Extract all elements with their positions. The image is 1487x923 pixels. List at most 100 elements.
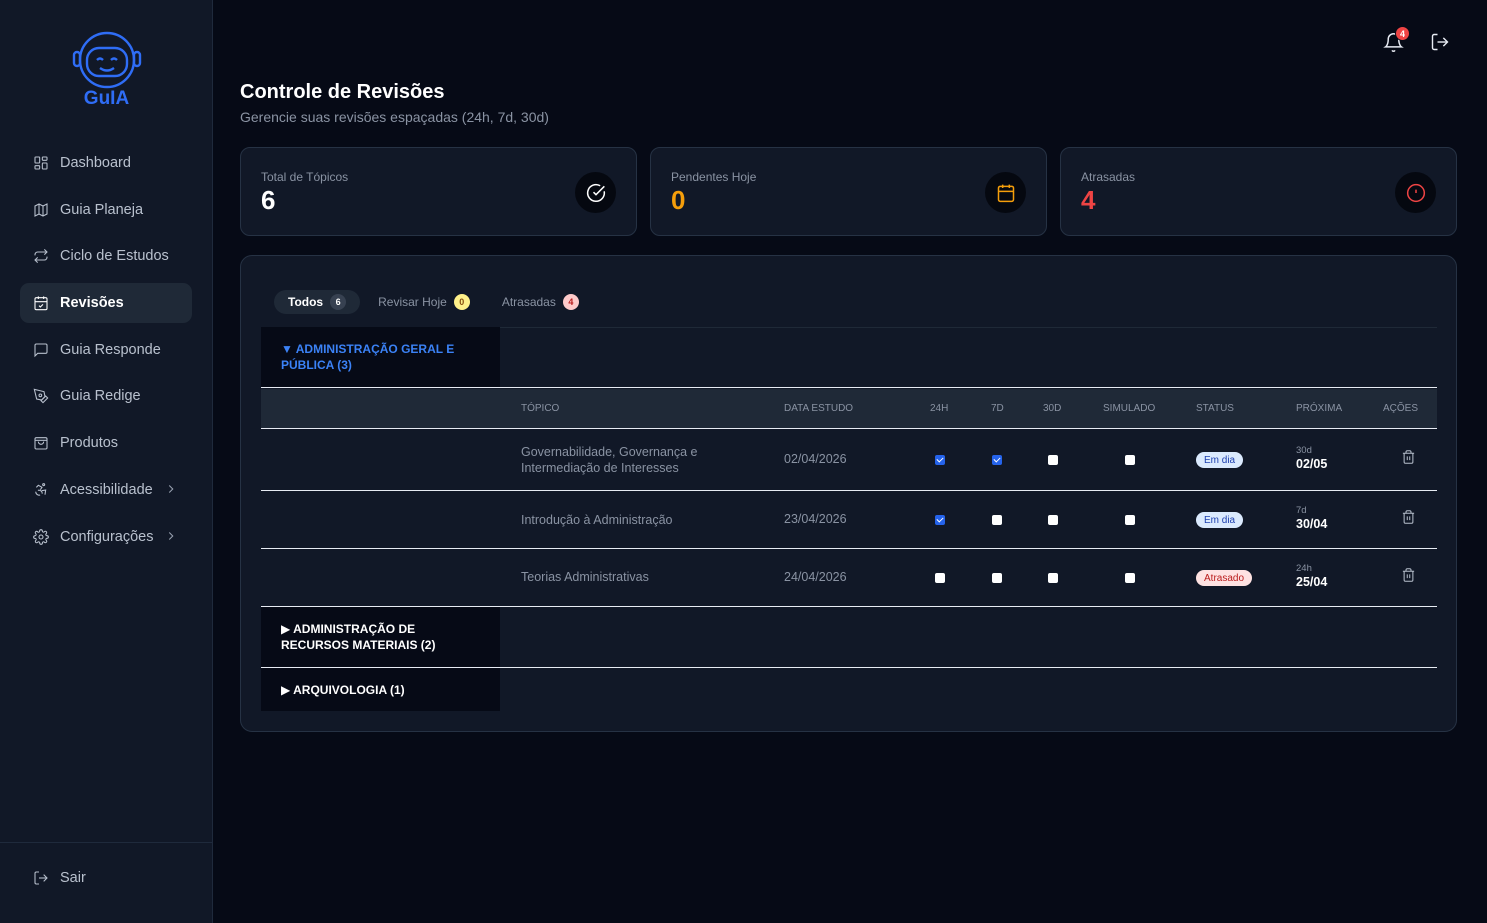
- trash-icon[interactable]: [1401, 509, 1416, 525]
- row-divider: [261, 428, 1437, 429]
- sidebar-logout[interactable]: Sair: [20, 858, 192, 898]
- page-title: Controle de Revisões: [240, 81, 445, 103]
- row-date: 24/04/2026: [784, 570, 847, 584]
- row-divider: [261, 387, 1437, 388]
- sidebar-item-revisoes[interactable]: Revisões: [20, 283, 192, 324]
- gear-icon: [33, 528, 49, 545]
- logout-icon: [33, 870, 49, 886]
- sidebar-logout-label: Sair: [60, 870, 86, 886]
- tab-1[interactable]: Revisar Hoje 0: [364, 290, 484, 314]
- next-interval: 30d: [1296, 445, 1312, 456]
- chevron-right-icon: [164, 529, 178, 543]
- col-next: PRÓXIMA: [1296, 403, 1343, 414]
- trash-icon[interactable]: [1401, 567, 1416, 583]
- row-topic: Teorias Administrativas: [521, 570, 649, 584]
- next-date: 30/04: [1296, 517, 1328, 531]
- col-actions: AÇÕES: [1383, 403, 1419, 414]
- sidebar-item-guia-planeja[interactable]: Guia Planeja: [20, 190, 192, 230]
- sidebar-item-acessibilidade[interactable]: Acessibilidade: [20, 470, 192, 510]
- stat-card-total: Total de Tópicos 6: [240, 147, 637, 236]
- repeat-icon: [33, 248, 49, 264]
- tab-label: Atrasadas: [501, 295, 556, 309]
- notifications-bell-icon[interactable]: 4: [1383, 26, 1410, 54]
- stat-label: Total de Tópicos: [261, 170, 349, 184]
- checkbox-d7[interactable]: [992, 573, 1002, 583]
- tab-count-badge: 0: [453, 294, 470, 310]
- col-topic: TÓPICO: [521, 403, 560, 414]
- table-row: Teorias Administrativas 24/04/2026 Atrasad…: [261, 549, 1437, 606]
- group-header-arquivologia[interactable]: ▶ ARQUIVOLOGIA (1): [261, 668, 500, 711]
- sidebar-item-guia-redige[interactable]: Guia Redige: [20, 376, 192, 416]
- row-date: 23/04/2026: [784, 512, 847, 526]
- stat-card-pending: Pendentes Hoje 0: [650, 147, 1047, 236]
- calendar-check-icon: [33, 295, 49, 311]
- checkbox-sim[interactable]: [1125, 573, 1135, 583]
- sidebar-item-label: Acessibilidade: [60, 481, 153, 498]
- table-header: TÓPICO DATA ESTUDO 24H 7D 30D SIMULADO S…: [261, 389, 1437, 429]
- checkbox-d30[interactable]: [1048, 455, 1058, 465]
- sidebar-item-label: Revisões: [60, 295, 124, 312]
- stat-value: 6: [261, 185, 276, 215]
- tab-0[interactable]: Todos 6: [274, 290, 361, 314]
- pen-icon: [33, 388, 49, 404]
- checkbox-sim[interactable]: [1125, 455, 1135, 465]
- stat-value: 0: [671, 185, 686, 215]
- col-7d: 7D: [991, 403, 1004, 414]
- sidebar-item-label: Configurações: [60, 528, 154, 545]
- page-subtitle: Gerencie suas revisões espaçadas (24h, 7…: [240, 109, 549, 125]
- sidebar-item-label: Guia Planeja: [60, 201, 144, 218]
- checkbox-h24[interactable]: [935, 573, 945, 583]
- sidebar-item-label: Guia Redige: [60, 388, 141, 405]
- row-topic: Introdução à Administração: [521, 513, 673, 527]
- reviews-panel: Todos 6 Revisar Hoje 0 Atrasadas 4 ▼ ADMINIST…: [240, 255, 1457, 732]
- sidebar-item-configuracoes[interactable]: Configurações: [20, 517, 192, 557]
- stat-card-overdue: Atrasadas 4: [1060, 147, 1457, 236]
- checkbox-sim[interactable]: [1125, 515, 1135, 525]
- sidebar-item-label: Produtos: [60, 435, 119, 452]
- sidebar-item-label: Dashboard: [60, 155, 131, 171]
- group-title: ▶ ADMINISTRAÇÃO DE RECURSOS MATERIAIS (2…: [281, 622, 436, 652]
- col-24h: 24H: [930, 403, 949, 414]
- next-date: 25/04: [1296, 575, 1328, 589]
- checkbox-h24[interactable]: [935, 455, 945, 465]
- checkbox-d7[interactable]: [992, 515, 1002, 525]
- logout-icon[interactable]: [1430, 32, 1452, 54]
- checkbox-d30[interactable]: [1048, 573, 1058, 583]
- sidebar-item-ciclo-de-estudos[interactable]: Ciclo de Estudos: [20, 236, 192, 276]
- status-badge: Em dia: [1196, 452, 1244, 468]
- sidebar-item-dashboard[interactable]: Dashboard: [20, 143, 192, 183]
- sidebar-item-label: Guia Responde: [60, 341, 161, 358]
- col-status: STATUS: [1196, 403, 1234, 414]
- checkbox-d30[interactable]: [1048, 515, 1058, 525]
- group-title: ▶ ARQUIVOLOGIA (1): [281, 682, 405, 697]
- tab-2[interactable]: Atrasadas 4: [488, 290, 593, 314]
- accessibility-icon: [33, 482, 49, 498]
- group-header-administracao-geral[interactable]: ▼ ADMINISTRAÇÃO GERAL E PÚBLICA (3): [261, 327, 500, 387]
- brand-name: GuIA: [83, 88, 130, 109]
- trash-icon[interactable]: [1401, 449, 1416, 465]
- sidebar-divider: [0, 842, 213, 843]
- sidebar-item-produtos[interactable]: Produtos: [20, 423, 192, 463]
- filter-tabs: Todos 6 Revisar Hoje 0 Atrasadas 4: [274, 290, 597, 314]
- status-badge: Em dia: [1196, 512, 1244, 528]
- tab-label: Todos: [288, 295, 324, 309]
- checkbox-d7[interactable]: [992, 455, 1002, 465]
- col-simulado: SIMULADO: [1103, 403, 1156, 414]
- chat-icon: [33, 342, 49, 358]
- sidebar-item-label: Ciclo de Estudos: [60, 248, 169, 265]
- bag-icon: [33, 435, 49, 451]
- col-30d: 30D: [1043, 403, 1062, 414]
- sidebar-item-guia-responde[interactable]: Guia Responde: [20, 330, 192, 370]
- tab-label: Revisar Hoje: [378, 295, 447, 309]
- group-header-recursos-materiais[interactable]: ▶ ADMINISTRAÇÃO DE RECURSOS MATERIAIS (2…: [261, 607, 500, 667]
- row-topic: Governabilidade, Governança e Intermedia…: [521, 445, 698, 475]
- alert-circle-icon: [1395, 172, 1436, 213]
- check-circle-icon: [575, 172, 616, 213]
- table-row: Governabilidade, Governança e Intermedia…: [261, 430, 1437, 490]
- checkbox-h24[interactable]: [935, 515, 945, 525]
- status-badge: Atrasado: [1196, 570, 1253, 586]
- row-date: 02/04/2026: [784, 452, 847, 466]
- next-interval: 7d: [1296, 505, 1307, 516]
- chevron-right-icon: [164, 482, 178, 496]
- stat-label: Pendentes Hoje: [671, 170, 757, 184]
